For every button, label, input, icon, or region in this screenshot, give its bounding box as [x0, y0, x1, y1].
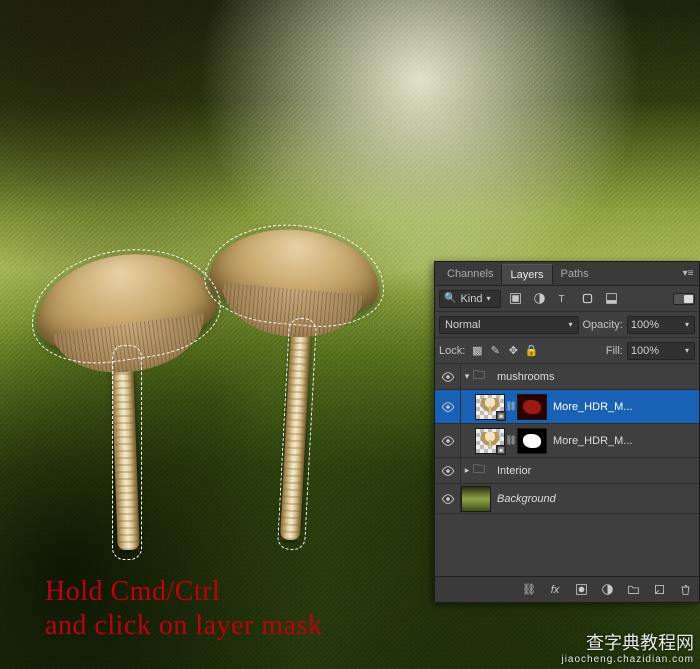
instruction-caption: Hold Cmd/Ctrl and click on layer mask	[45, 575, 322, 642]
blend-mode-value: Normal	[445, 319, 480, 331]
caption-line: and click on layer mask	[45, 609, 322, 643]
filter-kind-select[interactable]: 🔍 Kind ▾	[439, 290, 501, 308]
opacity-label: Opacity:	[583, 319, 623, 331]
search-icon: 🔍	[444, 293, 456, 304]
blend-mode-select[interactable]: Normal ▾	[439, 316, 579, 334]
mushroom-right	[210, 230, 380, 315]
lock-position-icon[interactable]: ✥	[505, 343, 521, 359]
layers-panel: Channels Layers Paths ▾≡ 🔍 Kind ▾ T Norm…	[434, 261, 700, 603]
add-mask-icon[interactable]	[573, 582, 589, 598]
disclosure-triangle[interactable]: ▸	[461, 465, 473, 476]
filter-smart-icon[interactable]	[601, 290, 621, 308]
tab-paths[interactable]: Paths	[553, 264, 597, 283]
visibility-toggle[interactable]	[435, 458, 461, 483]
watermark: 查字典教程网 jiaocheng.chazidian.com	[561, 634, 694, 665]
lock-all-icon[interactable]: 🔒	[523, 343, 539, 359]
smart-object-badge: ▣	[496, 445, 506, 455]
filter-kind-label: Kind	[460, 293, 482, 305]
visibility-toggle[interactable]	[435, 484, 461, 513]
canvas: Hold Cmd/Ctrl and click on layer mask 查字…	[0, 0, 700, 669]
filter-adjust-icon[interactable]	[529, 290, 549, 308]
layers-bottom-bar: ⛓ fx	[435, 576, 699, 602]
layer-row[interactable]: ▣ ⛓ More_HDR_M...	[435, 390, 699, 424]
layer-name[interactable]: More_HDR_M...	[553, 401, 695, 413]
new-group-icon[interactable]	[625, 582, 641, 598]
fill-label: Fill:	[606, 345, 623, 357]
fill-value: 100%	[631, 345, 661, 357]
layer-name[interactable]: mushrooms	[497, 371, 695, 383]
layers-list: ▾ 🗀 mushrooms ▣ ⛓ More_HDR_M...	[435, 364, 699, 576]
filter-row: 🔍 Kind ▾ T	[435, 286, 699, 312]
watermark-sub: jiaocheng.chazidian.com	[561, 654, 694, 665]
visibility-toggle[interactable]	[435, 424, 461, 457]
link-layers-icon[interactable]: ⛓	[521, 582, 537, 598]
visibility-toggle[interactable]	[435, 364, 461, 389]
layer-mask-thumbnail[interactable]	[517, 428, 547, 454]
layer-thumbnail[interactable]: ▣	[475, 428, 505, 454]
panel-tabs: Channels Layers Paths ▾≡	[435, 262, 699, 286]
disclosure-triangle[interactable]: ▾	[461, 371, 473, 382]
lock-row: Lock: ▩ ✎ ✥ 🔒 Fill: 100% ▾	[435, 338, 699, 364]
panel-menu-icon[interactable]: ▾≡	[681, 268, 695, 279]
layer-name[interactable]: Background	[497, 493, 695, 505]
svg-text:T: T	[558, 294, 564, 305]
adjustment-layer-icon[interactable]	[599, 582, 615, 598]
blend-row: Normal ▾ Opacity: 100% ▾	[435, 312, 699, 338]
chevron-down-icon: ▾	[661, 346, 691, 355]
filter-pixel-icon[interactable]	[505, 290, 525, 308]
fx-icon[interactable]: fx	[547, 582, 563, 598]
visibility-toggle[interactable]	[435, 390, 461, 423]
smart-object-badge: ▣	[496, 411, 506, 421]
mask-link-icon[interactable]: ⛓	[505, 401, 517, 412]
layer-thumbnail[interactable]	[461, 486, 491, 512]
lock-transparency-icon[interactable]: ▩	[469, 343, 485, 359]
chevron-down-icon: ▾	[486, 294, 490, 303]
folder-icon: 🗀	[473, 366, 489, 387]
layer-background[interactable]: Background	[435, 484, 699, 514]
mushroom-left	[35, 255, 215, 350]
layer-name[interactable]: Interior	[497, 465, 695, 477]
delete-layer-icon[interactable]	[677, 582, 693, 598]
filter-type-icon[interactable]: T	[553, 290, 573, 308]
mask-link-icon[interactable]: ⛓	[505, 435, 517, 446]
layer-name[interactable]: More_HDR_M...	[553, 435, 695, 447]
opacity-field[interactable]: 100% ▾	[627, 316, 695, 334]
caption-line: Hold Cmd/Ctrl	[45, 575, 322, 609]
layer-group-interior[interactable]: ▸ 🗀 Interior	[435, 458, 699, 484]
layer-group-mushrooms[interactable]: ▾ 🗀 mushrooms	[435, 364, 699, 390]
opacity-value: 100%	[631, 319, 661, 331]
filter-shape-icon[interactable]	[577, 290, 597, 308]
folder-icon: 🗀	[473, 460, 489, 481]
filter-toggle[interactable]	[673, 293, 695, 305]
tab-channels[interactable]: Channels	[439, 264, 501, 283]
chevron-down-icon: ▾	[568, 320, 572, 329]
lock-label: Lock:	[439, 345, 465, 357]
lock-pixels-icon[interactable]: ✎	[487, 343, 503, 359]
tab-layers[interactable]: Layers	[501, 264, 552, 284]
new-layer-icon[interactable]	[651, 582, 667, 598]
fill-field[interactable]: 100% ▾	[627, 342, 695, 360]
layer-row[interactable]: ▣ ⛓ More_HDR_M...	[435, 424, 699, 458]
layer-mask-thumbnail[interactable]	[517, 394, 547, 420]
layer-thumbnail[interactable]: ▣	[475, 394, 505, 420]
watermark-main: 查字典教程网	[586, 633, 694, 653]
chevron-down-icon: ▾	[661, 320, 691, 329]
